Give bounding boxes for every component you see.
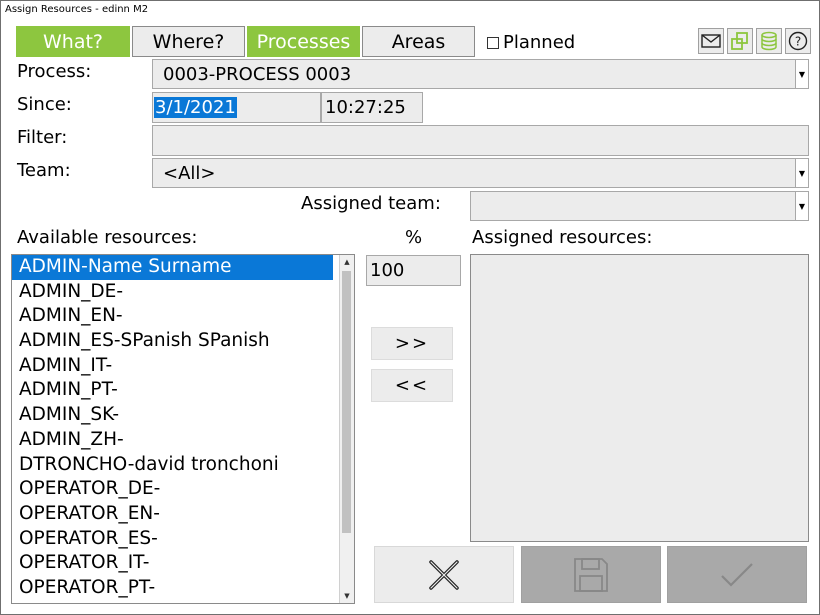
assigned-resources-list[interactable]	[470, 254, 809, 542]
tab-what[interactable]: What?	[16, 26, 130, 57]
list-item[interactable]: ADMIN_IT-	[12, 354, 333, 379]
window-title: Assign Resources - edinn M2	[5, 4, 149, 15]
list-item[interactable]: ADMIN-Name Surname	[12, 255, 333, 280]
filter-label: Filter:	[17, 127, 68, 148]
list-item[interactable]: OPERATOR_PT-	[12, 576, 333, 601]
chevron-down-icon[interactable]: ▼	[795, 192, 808, 220]
since-time-value: 10:27:25	[325, 97, 406, 118]
planned-checkbox[interactable]: Planned	[487, 32, 575, 53]
since-time-input[interactable]: 10:27:25	[321, 92, 423, 123]
assign-resources-window: Assign Resources - edinn M2 What? Where?…	[0, 0, 820, 615]
since-label: Since:	[17, 94, 72, 115]
svg-text:?: ?	[795, 35, 801, 49]
scroll-down-icon[interactable]: ▼	[340, 589, 354, 603]
cancel-button[interactable]	[374, 546, 514, 603]
chevron-down-icon[interactable]: ▼	[795, 60, 808, 88]
help-icon[interactable]: ?	[785, 28, 811, 54]
team-value: <All>	[163, 162, 216, 184]
save-icon	[574, 557, 608, 592]
mail-icon[interactable]	[698, 28, 724, 54]
tab-where[interactable]: Where?	[132, 26, 245, 57]
list-item[interactable]: OPERATOR_DE-	[12, 477, 333, 502]
confirm-button[interactable]	[667, 546, 807, 603]
percent-input[interactable]: 100	[366, 255, 461, 286]
percent-label: %	[405, 227, 423, 248]
add-resource-button[interactable]: >>	[371, 327, 453, 360]
list-item[interactable]: ADMIN_ZH-	[12, 428, 333, 453]
percent-value: 100	[370, 260, 405, 281]
team-label: Team:	[17, 160, 71, 181]
list-item[interactable]: OPERATOR_ES-	[12, 527, 333, 552]
vertical-scrollbar[interactable]: ▲ ▼	[339, 255, 354, 603]
list-item[interactable]: ADMIN_EN-	[12, 304, 333, 329]
team-dropdown[interactable]: <All> ▼	[152, 158, 809, 188]
database-icon[interactable]	[756, 28, 782, 54]
list-item[interactable]: OPERATOR_EN-	[12, 502, 333, 527]
checkmark-icon	[721, 562, 753, 587]
remove-resource-button[interactable]: <<	[371, 369, 453, 402]
process-label: Process:	[17, 61, 92, 82]
assigned-team-dropdown[interactable]: ▼	[470, 191, 809, 221]
list-item[interactable]: ADMIN_ES-SPanish SPanish	[12, 329, 333, 354]
process-dropdown[interactable]: 0003-PROCESS 0003 ▼	[152, 59, 809, 89]
process-value: 0003-PROCESS 0003	[163, 63, 352, 85]
copy-icon[interactable]	[727, 28, 753, 54]
list-item[interactable]: ADMIN_DE-	[12, 280, 333, 305]
scroll-up-icon[interactable]: ▲	[340, 255, 354, 269]
chevron-down-icon[interactable]: ▼	[795, 159, 808, 187]
list-item[interactable]: ADMIN_PT-	[12, 378, 333, 403]
list-item[interactable]: OPERATOR_IT-	[12, 551, 333, 576]
available-items: ADMIN-Name Surname ADMIN_DE- ADMIN_EN- ADMI…	[12, 255, 354, 601]
since-date-value: 3/1/2021	[154, 97, 237, 118]
save-button[interactable]	[521, 546, 661, 603]
list-item[interactable]: ADMIN_SK-	[12, 403, 333, 428]
since-date-input[interactable]: 3/1/2021	[152, 92, 321, 123]
tab-processes[interactable]: Processes	[247, 26, 360, 57]
close-icon	[429, 559, 459, 590]
available-resources-list[interactable]: ADMIN-Name Surname ADMIN_DE- ADMIN_EN- ADMI…	[11, 254, 355, 604]
tab-areas[interactable]: Areas	[362, 26, 475, 57]
planned-checkbox-box[interactable]	[487, 36, 499, 49]
filter-input[interactable]	[152, 125, 809, 156]
list-item[interactable]: DTRONCHO-david tronchoni	[12, 453, 333, 478]
planned-label: Planned	[503, 32, 576, 53]
assigned-team-label: Assigned team:	[301, 193, 441, 214]
available-resources-label: Available resources:	[17, 227, 198, 248]
assigned-resources-label: Assigned resources:	[472, 227, 653, 248]
scrollbar-thumb[interactable]	[342, 271, 351, 533]
